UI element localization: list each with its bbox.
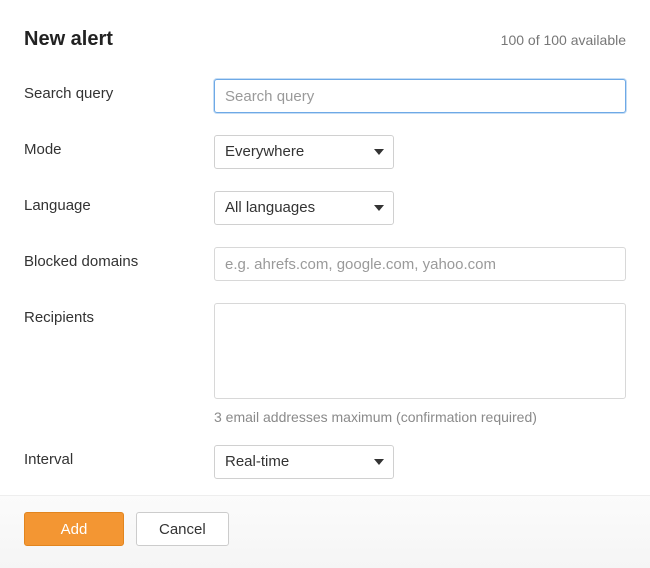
row-interval: Interval Real-time — [24, 445, 626, 479]
recipients-input[interactable] — [214, 303, 626, 399]
label-language: Language — [24, 191, 214, 214]
new-alert-dialog: New alert 100 of 100 available Search qu… — [0, 0, 650, 568]
row-search-query: Search query — [24, 79, 626, 113]
interval-select-value: Real-time — [214, 445, 394, 479]
row-mode: Mode Everywhere — [24, 135, 626, 169]
language-select-value: All languages — [214, 191, 394, 225]
label-interval: Interval — [24, 445, 214, 468]
mode-select-value: Everywhere — [214, 135, 394, 169]
label-blocked-domains: Blocked domains — [24, 247, 214, 270]
label-search-query: Search query — [24, 79, 214, 102]
cancel-button[interactable]: Cancel — [136, 512, 229, 546]
add-button[interactable]: Add — [24, 512, 124, 546]
search-query-input[interactable] — [214, 79, 626, 113]
recipients-hint: 3 email addresses maximum (confirmation … — [214, 409, 626, 425]
interval-select[interactable]: Real-time — [214, 445, 394, 479]
page-title: New alert — [24, 28, 113, 51]
label-mode: Mode — [24, 135, 214, 158]
row-blocked-domains: Blocked domains — [24, 247, 626, 281]
row-language: Language All languages — [24, 191, 626, 225]
dialog-footer: Add Cancel — [0, 495, 650, 568]
mode-select[interactable]: Everywhere — [214, 135, 394, 169]
alert-form: Search query Mode Everywhere — [24, 79, 626, 535]
label-recipients: Recipients — [24, 303, 214, 326]
dialog-body: New alert 100 of 100 available Search qu… — [0, 0, 650, 535]
available-count: 100 of 100 available — [501, 32, 626, 48]
blocked-domains-input[interactable] — [214, 247, 626, 281]
dialog-header: New alert 100 of 100 available — [24, 28, 626, 51]
row-recipients: Recipients — [24, 303, 626, 403]
language-select[interactable]: All languages — [214, 191, 394, 225]
